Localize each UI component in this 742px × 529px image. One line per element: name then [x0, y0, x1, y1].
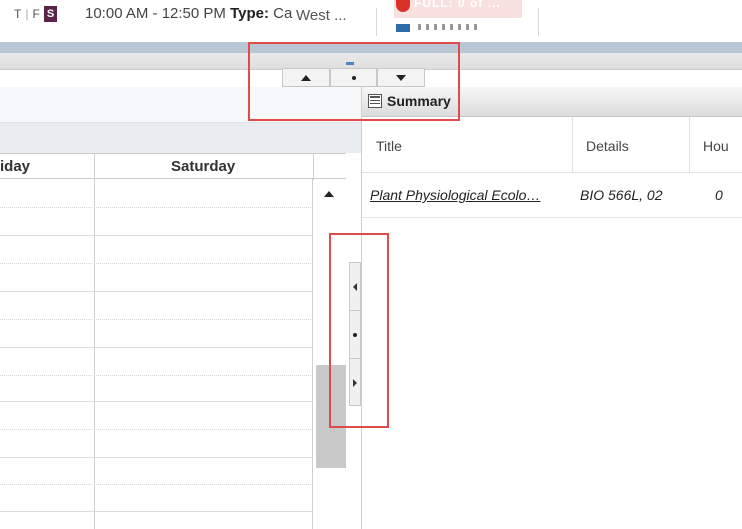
column-header-saturday: Saturday: [171, 158, 236, 175]
table-row: Plant Physiological Ecolo… BIO 566L, 02 …: [362, 173, 742, 218]
grid-line: [0, 235, 313, 236]
meeting-time-range: 10:00 AM - 12:50 PM: [85, 5, 226, 22]
column-divider: [94, 179, 95, 529]
grid-line: [0, 484, 313, 485]
grid-line: [0, 429, 313, 430]
column-header-hours[interactable]: Hou: [703, 138, 729, 154]
meeting-type-value: Ca: [273, 5, 293, 22]
grid-line: [0, 401, 313, 402]
course-details: BIO 566L, 02: [580, 187, 663, 203]
scroll-up-icon[interactable]: [324, 191, 334, 197]
seat-icon: [396, 24, 410, 32]
grid-line: [0, 291, 313, 292]
meeting-type-label: Type:: [230, 5, 269, 22]
day-friday: F: [32, 7, 40, 21]
column-divider: [689, 117, 690, 173]
calendar-grid[interactable]: [0, 179, 313, 529]
calendar-column-headers: iday Saturday: [0, 153, 346, 180]
column-header-friday: iday: [0, 158, 31, 175]
meeting-time: 10:00 AM - 12:50 PM Type: Ca: [85, 5, 292, 22]
divider: [538, 8, 539, 36]
column-header-title[interactable]: Title: [376, 138, 402, 154]
day-saturday-selected: S: [43, 6, 58, 22]
course-hours: 0: [715, 187, 723, 203]
status-subtext: [418, 24, 478, 30]
column-divider: [312, 179, 313, 529]
grid-line: [0, 511, 313, 512]
status-badge-text: FULL: 0 of ...: [414, 0, 501, 10]
meeting-info-strip: T | F S 10:00 AM - 12:50 PM Type: Ca Wes…: [0, 0, 742, 42]
day-separator: |: [25, 7, 29, 21]
day-tuesday: T: [14, 7, 22, 21]
app-root: T | F S 10:00 AM - 12:50 PM Type: Ca Wes…: [0, 0, 742, 529]
highlight-box: [329, 233, 389, 428]
calendar-subheader: [0, 123, 362, 153]
highlight-box: [248, 42, 460, 121]
divider: [376, 8, 377, 36]
grid-line: [0, 457, 313, 458]
grid-line: [0, 319, 313, 320]
grid-line: [0, 375, 313, 376]
grid-line: [0, 263, 313, 264]
column-header-details[interactable]: Details: [586, 138, 629, 154]
meeting-days: T | F S: [14, 6, 58, 22]
meeting-location: West ...: [296, 7, 347, 24]
grid-line: [0, 347, 313, 348]
summary-table-header: Title Details Hou: [362, 117, 742, 173]
column-divider: [313, 154, 314, 180]
column-divider: [572, 117, 573, 173]
column-divider: [94, 154, 95, 180]
course-title-link[interactable]: Plant Physiological Ecolo…: [370, 187, 540, 203]
grid-line: [0, 207, 313, 208]
